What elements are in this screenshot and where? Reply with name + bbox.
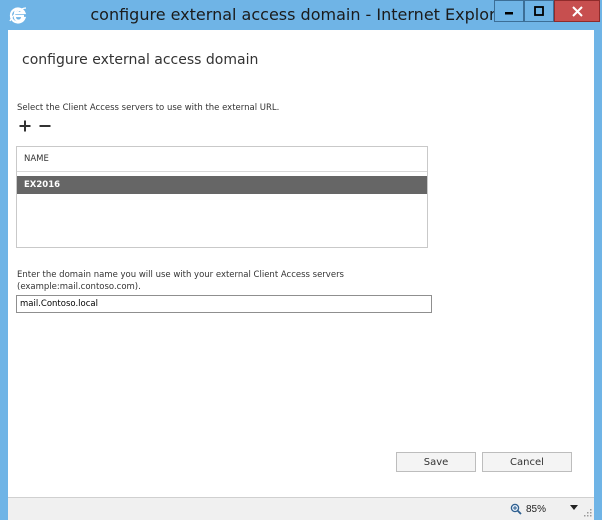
domain-label-line1: Enter the domain name you will use with … bbox=[17, 270, 344, 280]
minimize-button[interactable] bbox=[494, 0, 524, 22]
servers-instruction: Select the Client Access servers to use … bbox=[17, 103, 280, 113]
domain-label-line2: (example:mail.contoso.com). bbox=[17, 282, 141, 292]
remove-server-button[interactable] bbox=[38, 119, 52, 133]
zoom-magnifier-icon bbox=[510, 503, 522, 515]
minus-icon bbox=[39, 125, 51, 127]
page-content: configure external access domain Select … bbox=[8, 30, 594, 497]
close-icon bbox=[571, 5, 583, 17]
zoom-control[interactable]: 85% bbox=[510, 503, 546, 515]
domain-label: Enter the domain name you will use with … bbox=[17, 269, 344, 293]
title-bar[interactable]: configure external access domain - Inter… bbox=[0, 0, 602, 30]
status-bar: 85% bbox=[8, 497, 594, 520]
add-server-button[interactable] bbox=[18, 119, 32, 133]
minimize-icon bbox=[505, 12, 513, 15]
domain-input[interactable] bbox=[16, 295, 432, 313]
resize-grip-icon[interactable] bbox=[582, 507, 592, 517]
table-row[interactable]: EX2016 bbox=[17, 176, 427, 194]
page-title: configure external access domain bbox=[22, 52, 259, 68]
servers-table: NAME EX2016 bbox=[16, 146, 428, 248]
server-toolbar bbox=[18, 119, 52, 133]
column-header-name[interactable]: NAME bbox=[17, 147, 427, 172]
save-button[interactable]: Save bbox=[396, 452, 476, 472]
plus-icon bbox=[19, 120, 31, 132]
maximize-button[interactable] bbox=[524, 0, 554, 22]
window-controls bbox=[494, 0, 600, 22]
browser-window: configure external access domain - Inter… bbox=[0, 0, 602, 520]
chevron-down-icon[interactable] bbox=[570, 505, 578, 511]
maximize-icon bbox=[534, 6, 544, 16]
close-button[interactable] bbox=[554, 0, 600, 22]
zoom-level: 85% bbox=[526, 503, 547, 515]
cancel-button[interactable]: Cancel bbox=[482, 452, 572, 472]
